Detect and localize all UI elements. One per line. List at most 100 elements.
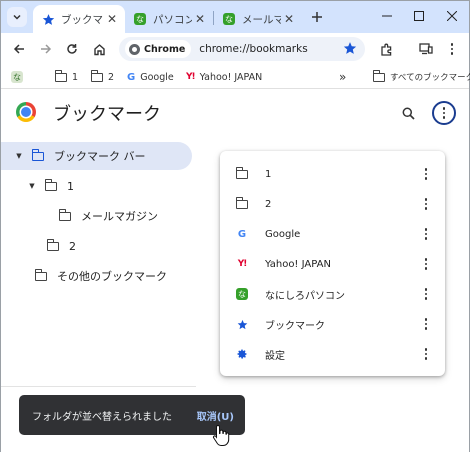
google-icon: G [127,71,136,83]
puzzle-icon [380,43,391,56]
tree-label: その他のブックマーク [57,270,167,283]
list-item[interactable]: な なにしろパソコン [220,279,445,309]
tab-bookmarks[interactable]: ブックマーク ✕ [33,5,125,33]
more-vert-icon[interactable] [421,258,431,270]
list-item-label: 2 [265,198,272,210]
more-vert-icon[interactable] [421,348,431,360]
folder-icon [235,167,248,179]
close-icon[interactable]: ✕ [281,11,297,27]
tree-label: 2 [69,239,76,253]
bookmarks-overflow-button[interactable]: » [339,69,346,85]
more-vert-icon[interactable] [421,168,431,180]
all-bookmarks-folder[interactable]: すべてのブックマーク [372,69,470,85]
toolbar: Chrome chrome://bookmarks [1,33,469,65]
list-item[interactable]: 2 [220,189,445,219]
list-item-label: 1 [265,168,272,180]
tab-title: メールマガ [242,13,281,26]
arrow-right-icon [41,44,52,54]
list-item-label: ブックマーク [265,320,325,332]
extensions-button[interactable] [375,38,397,60]
back-button[interactable] [8,38,30,60]
close-window-button[interactable] [438,5,466,27]
site-info-chip[interactable]: Chrome [125,40,192,58]
bookmark-label: Google [140,71,174,83]
bookmarks-bar: な 1 2 G Google Y! Yahoo! JAPAN » すべてのブック… [1,65,470,89]
bookmark-star-icon[interactable] [343,41,357,59]
list-item[interactable]: Y! Yahoo! JAPAN [220,249,445,279]
star-icon [235,319,249,330]
list-item[interactable]: ブックマーク [220,309,445,339]
page-title: ブックマーク [53,104,161,125]
chrome-menu-button[interactable] [441,38,463,60]
more-vert-icon [442,107,446,119]
bookmark-nanishiro[interactable]: な [11,69,28,85]
bookmark-folder-1[interactable]: 1 [54,69,79,85]
more-vert-icon [450,43,454,55]
minimize-icon [382,15,392,17]
bookmark-yahoo[interactable]: Y! Yahoo! JAPAN [186,69,262,85]
tab-search-button[interactable] [7,7,27,27]
tab-mailmag[interactable]: な メールマガ ✕ [214,5,302,33]
double-chevron-icon: » [339,70,347,84]
folder-icon [372,70,385,82]
search-button[interactable] [397,102,419,124]
bookmark-label: 1 [72,71,79,83]
nanishiro-icon: な [134,13,146,25]
triangle-down-icon[interactable]: ▼ [14,152,24,160]
arrow-left-icon [13,44,24,54]
url-text[interactable]: chrome://bookmarks [199,43,307,55]
home-button[interactable] [88,38,110,60]
snackbar-message: フォルダが並べ替えられました [32,411,172,423]
list-item[interactable]: 設定 [220,339,445,369]
forward-button[interactable] [35,38,57,60]
tree-item-2[interactable]: 2 [1,232,192,260]
close-icon[interactable]: ✕ [104,11,120,27]
tree-item-bookmarks-bar[interactable]: ▼ ブックマーク バー [1,142,192,170]
search-icon [402,107,415,120]
tree-item-mailmagazine[interactable]: メールマガジン [1,202,192,230]
list-item[interactable]: 1 [220,159,445,189]
folder-icon [44,179,57,191]
gear-icon [235,348,249,360]
close-icon[interactable]: ✕ [192,11,208,27]
reload-button[interactable] [61,38,83,60]
bookmarks-page: ブックマーク ▼ ブックマーク バー ▼ 1 メールマガジン 2 その他のブック… [1,90,469,452]
more-vert-icon[interactable] [421,318,431,330]
folder-icon [58,209,71,221]
tree-item-1[interactable]: ▼ 1 [1,172,192,200]
yahoo-icon: Y! [186,72,196,82]
bookmark-google[interactable]: G Google [127,69,174,85]
triangle-down-icon[interactable]: ▼ [27,182,37,190]
more-vert-icon[interactable] [421,198,431,210]
folder-icon [235,197,248,209]
yahoo-icon: Y! [237,259,248,269]
reload-icon [67,44,77,54]
list-item-label: Yahoo! JAPAN [265,258,331,270]
hand-cursor-icon [212,424,230,446]
home-icon [93,43,105,55]
chevron-down-icon [13,14,21,20]
tab-strip: ブックマーク ✕ な パソコン用 ✕ な メールマガ ✕ [1,1,469,33]
tab-pc[interactable]: な パソコン用 ✕ [125,5,213,33]
more-vert-icon[interactable] [421,228,431,240]
new-tab-button[interactable] [307,7,327,27]
more-vert-icon[interactable] [421,288,431,300]
cast-button[interactable] [415,38,437,60]
sidebar-divider [1,386,196,387]
bookmark-label: すべてのブックマーク [390,73,470,83]
list-item[interactable]: G Google [220,219,445,249]
list-item-label: 設定 [265,350,285,362]
minimize-button[interactable] [373,5,401,27]
tree-label: ブックマーク バー [54,150,146,163]
folder-icon [54,70,67,82]
undo-button[interactable]: 取消(U) [197,408,234,423]
nanishiro-icon: な [223,13,235,25]
star-icon [41,12,55,26]
maximize-button[interactable] [405,5,433,27]
chip-label: Chrome [144,43,186,55]
tree-item-other-bookmarks[interactable]: その他のブックマーク [1,262,192,290]
organize-menu-button[interactable] [432,101,456,125]
bookmark-folder-2[interactable]: 2 [90,69,114,85]
chrome-logo-icon [16,102,36,122]
address-bar[interactable]: Chrome chrome://bookmarks [119,37,365,61]
